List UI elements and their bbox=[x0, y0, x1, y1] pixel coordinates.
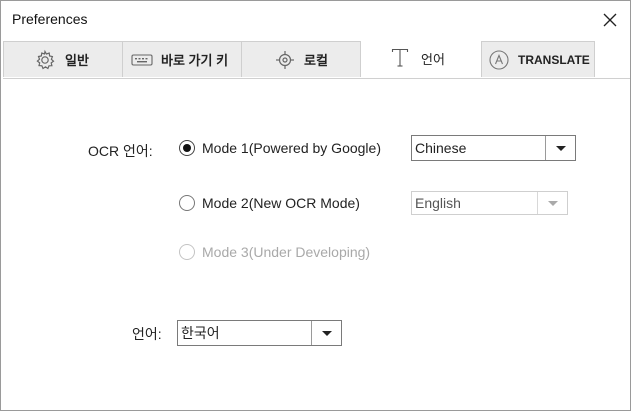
chevron-down-icon bbox=[321, 330, 332, 336]
preferences-window: Preferences 일반 바로 가기 키 로컬 언어 TRANSLATE O… bbox=[0, 0, 631, 411]
chevron-down-icon bbox=[555, 145, 566, 151]
ui-language-label: 언어: bbox=[132, 326, 162, 342]
tab-local-label: 로컬 bbox=[304, 53, 328, 68]
ui-language-value: 한국어 bbox=[181, 325, 220, 341]
ocr-mode-3-label: Mode 3(Under Developing) bbox=[202, 244, 371, 260]
ocr-mode-2-label: Mode 2(New OCR Mode) bbox=[202, 195, 360, 211]
gear-icon bbox=[34, 49, 56, 71]
ocr-mode-1-language-select[interactable]: Chinese bbox=[411, 135, 576, 161]
text-T-icon bbox=[391, 48, 409, 68]
tab-translate[interactable]: TRANSLATE bbox=[481, 41, 595, 77]
dropdown-arrow[interactable] bbox=[537, 192, 567, 214]
tab-shortcut-keys[interactable]: 바로 가기 키 bbox=[122, 41, 242, 77]
ocr-mode-2-radio[interactable]: Mode 2(New OCR Mode) bbox=[179, 195, 360, 211]
ocr-mode-1-radio[interactable]: Mode 1(Powered by Google) bbox=[179, 140, 381, 156]
close-icon bbox=[603, 13, 617, 27]
tab-local[interactable]: 로컬 bbox=[241, 41, 361, 77]
crosshair-target-icon bbox=[275, 50, 295, 70]
window-title: Preferences bbox=[12, 11, 88, 27]
chevron-down-icon bbox=[547, 200, 558, 206]
ocr-language-label: OCR 언어: bbox=[88, 143, 153, 159]
tab-general-label: 일반 bbox=[65, 53, 89, 68]
ocr-mode-2-language-value: English bbox=[415, 195, 461, 211]
tab-bar: 일반 바로 가기 키 로컬 언어 TRANSLATE bbox=[3, 39, 630, 79]
tab-shortcut-keys-label: 바로 가기 키 bbox=[161, 53, 229, 68]
ocr-mode-2-language-select[interactable]: English bbox=[411, 191, 568, 215]
tab-language-label: 언어 bbox=[421, 51, 445, 67]
ocr-mode-1-language-value: Chinese bbox=[415, 140, 467, 156]
ui-language-select[interactable]: 한국어 bbox=[177, 320, 342, 346]
translate-A-icon bbox=[488, 49, 510, 71]
radio-checked-icon bbox=[179, 140, 195, 156]
title-bar: Preferences bbox=[1, 1, 630, 39]
dropdown-arrow[interactable] bbox=[545, 136, 575, 160]
tab-translate-label: TRANSLATE bbox=[518, 52, 590, 67]
close-button[interactable] bbox=[600, 10, 620, 30]
language-settings-panel: OCR 언어: Mode 1(Powered by Google) Chines… bbox=[1, 79, 630, 410]
ocr-mode-1-label: Mode 1(Powered by Google) bbox=[202, 140, 381, 156]
tab-general[interactable]: 일반 bbox=[3, 41, 123, 77]
tab-language[interactable]: 언어 bbox=[361, 39, 481, 77]
keyboard-icon bbox=[131, 52, 153, 68]
radio-disabled-icon bbox=[179, 244, 195, 260]
dropdown-arrow[interactable] bbox=[311, 321, 341, 345]
ocr-mode-3-radio[interactable]: Mode 3(Under Developing) bbox=[179, 244, 370, 260]
radio-unchecked-icon bbox=[179, 195, 195, 211]
